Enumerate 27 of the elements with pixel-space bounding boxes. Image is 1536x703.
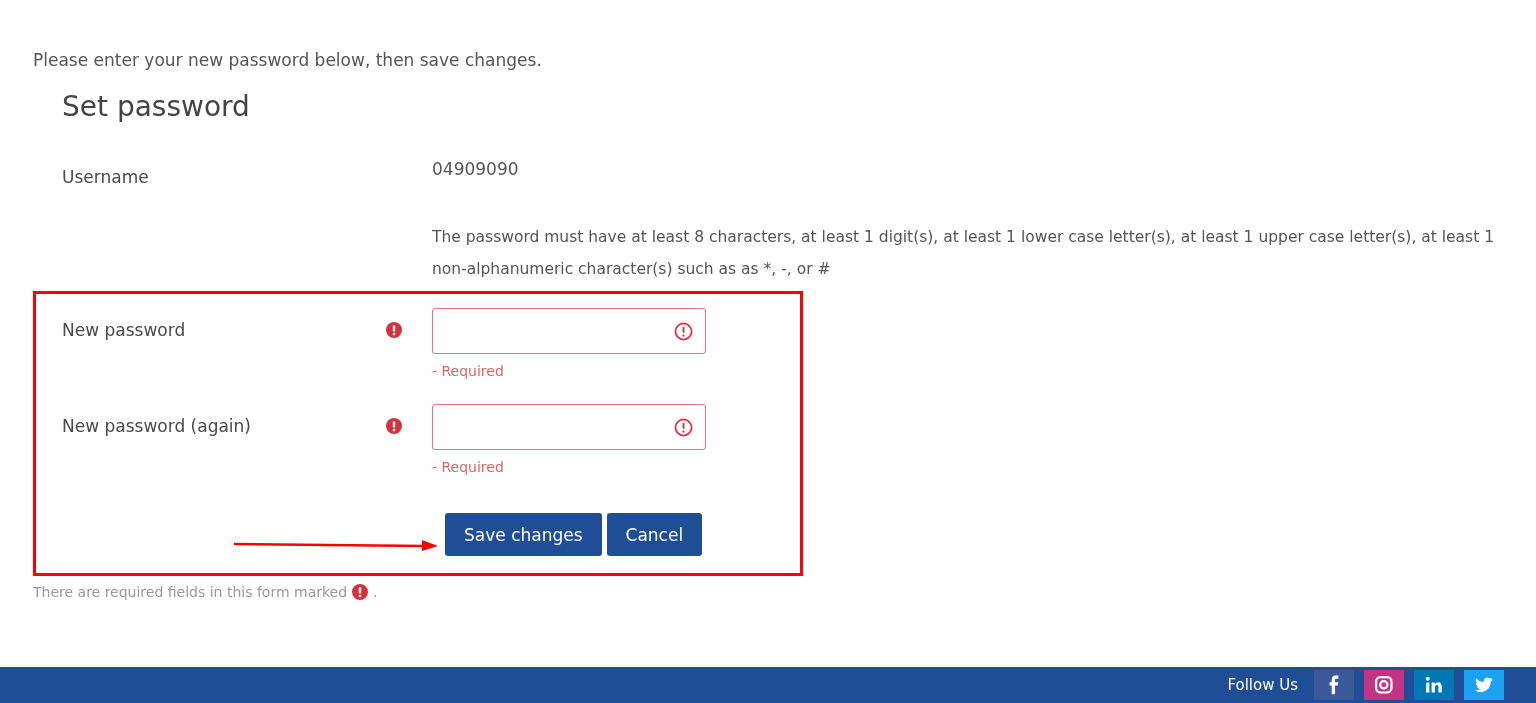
required-icon [352, 584, 369, 600]
section-title: Set password [62, 90, 251, 123]
instagram-icon [1375, 676, 1393, 694]
linkedin-link[interactable] [1414, 670, 1454, 700]
required-note: There are required fields in this form marked [33, 584, 348, 600]
save-button[interactable]: Save changes [445, 513, 602, 556]
password-field[interactable] [432, 308, 706, 354]
error-message: - Required [432, 363, 504, 379]
twitter-icon [1475, 676, 1493, 694]
note-period: . [373, 584, 378, 600]
cancel-button[interactable]: Cancel [606, 513, 703, 556]
password-field[interactable] [432, 404, 706, 450]
username-value: 04909090 [432, 159, 520, 181]
linkedin-icon [1425, 676, 1443, 694]
instruction-text: Please enter your new password below, then save changes. [33, 50, 543, 70]
error-message: - Required [432, 459, 504, 475]
follow-label: Follow Us [1227, 676, 1298, 694]
warning-icon [674, 321, 693, 341]
field-label: New password (again) [62, 415, 252, 436]
warning-icon [674, 417, 693, 437]
field-label: Username [62, 166, 150, 187]
twitter-link[interactable] [1464, 670, 1504, 700]
instagram-link[interactable] [1364, 670, 1404, 700]
facebook-icon [1329, 675, 1339, 695]
facebook-link[interactable] [1314, 670, 1354, 700]
field-label: New password [62, 319, 187, 340]
password-policy: The password must have at least 8 characters, at least 1 digit(s), at least 1 lower case letter(s), at least 1 upper case letter(s), at least 1 non-alphanumeric character(s) such as as *, -, or # [432, 227, 1496, 280]
